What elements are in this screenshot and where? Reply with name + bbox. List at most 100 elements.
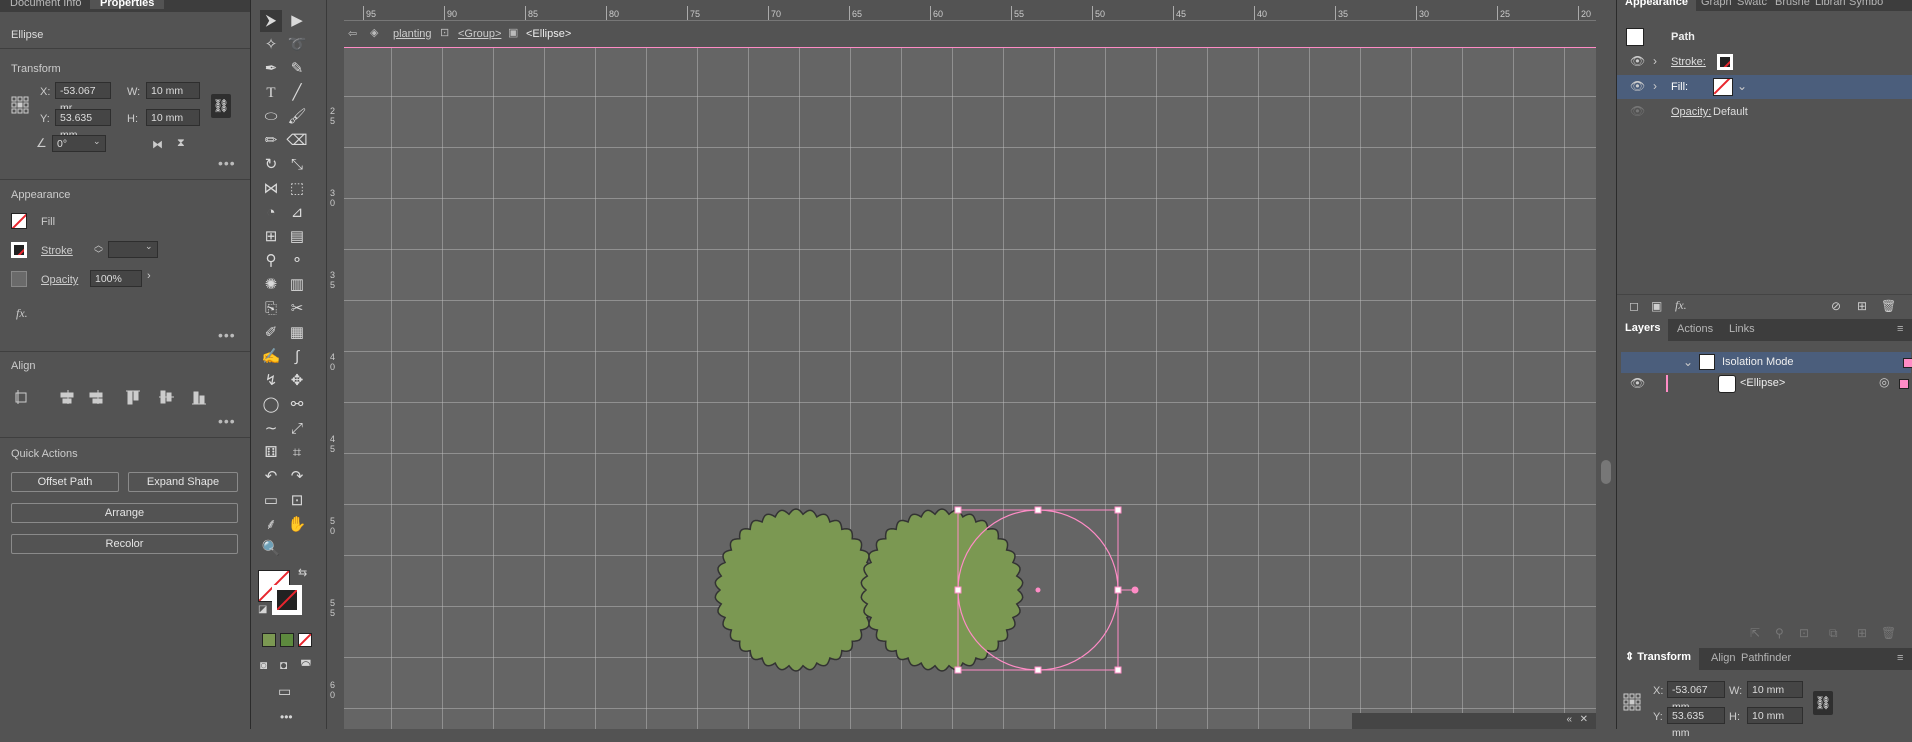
eye-icon[interactable]: 👁	[1630, 104, 1645, 118]
stroke-label[interactable]: Stroke:	[1671, 56, 1706, 68]
live-paint-tool-icon[interactable]: ⚅	[260, 442, 282, 464]
arrange-button[interactable]: Arrange	[11, 503, 238, 523]
pencil-tool-icon[interactable]: ✍	[260, 346, 282, 368]
panel-menu-icon[interactable]: ≡	[1897, 323, 1903, 335]
tab-libraries[interactable]: Librari	[1815, 0, 1846, 8]
print-tiling-tool-icon[interactable]: ▭	[260, 490, 282, 512]
hand-tool-icon[interactable]: ✋	[286, 514, 308, 536]
lasso-tool-icon[interactable]: ➰	[286, 34, 308, 56]
blend-tool-icon[interactable]: ⚬	[286, 250, 308, 272]
eyedropper-alt-icon[interactable]: ⸙	[260, 514, 282, 536]
warp-tool-icon[interactable]: ↯	[260, 370, 282, 392]
constrain-proportions-link-icon[interactable]: ⛓	[1813, 691, 1833, 715]
duplicate-item-icon[interactable]: ⊞	[1857, 299, 1867, 313]
chevron-down-icon[interactable]: ⌄	[1683, 355, 1693, 369]
tab-graph[interactable]: Graph	[1701, 0, 1732, 8]
clipping-mask-icon[interactable]: ⊡	[1799, 626, 1809, 640]
stroke-weight-stepper[interactable]: ︿ ﹀	[94, 241, 103, 259]
tab-links[interactable]: Links	[1729, 323, 1755, 335]
h-field[interactable]: 10 mm	[146, 109, 200, 126]
layer-name[interactable]: <Ellipse>	[1740, 377, 1785, 389]
chevron-down-icon[interactable]: ⌄	[93, 136, 101, 147]
stroke-weight-dropdown-icon[interactable]: ⌄	[145, 241, 153, 252]
eraser-tool-icon[interactable]: ⌫	[286, 130, 308, 152]
reference-point-icon[interactable]	[1623, 693, 1641, 711]
tab-symbols[interactable]: Symbo	[1849, 0, 1883, 8]
type-tool-icon[interactable]: T	[260, 82, 282, 104]
flip-horizontal-icon[interactable]: ⧓	[152, 138, 163, 151]
vertical-scrollbar[interactable]	[1599, 20, 1613, 729]
opacity-label[interactable]: Opacity	[41, 274, 78, 286]
shape-builder-tool-icon[interactable]: ◔	[260, 202, 282, 224]
join-tool-icon[interactable]: ⚯	[286, 394, 308, 416]
eyedropper-tool-icon[interactable]: ⚲	[260, 250, 282, 272]
fill-swatch[interactable]	[11, 213, 27, 229]
w-field[interactable]: 10 mm	[146, 82, 200, 99]
h-field[interactable]: 10 mm	[1747, 707, 1803, 724]
crop-tool-icon[interactable]: ⌗	[286, 442, 308, 464]
reference-point-icon[interactable]	[11, 96, 29, 114]
paintbrush-tool-icon[interactable]: 🖌	[286, 106, 308, 128]
color-mode-icon[interactable]	[262, 633, 276, 647]
reshape-tool-icon[interactable]: ↷	[286, 466, 308, 488]
tab-brushes[interactable]: Brushe	[1775, 0, 1810, 8]
perspective-grid-tool-icon[interactable]: ⊿	[286, 202, 308, 224]
layer-name[interactable]: Isolation Mode	[1722, 356, 1794, 368]
opacity-field[interactable]: 100%	[90, 270, 142, 287]
stroke-swatch[interactable]	[11, 242, 27, 258]
opacity-row[interactable]: 👁 Opacity: Default	[1617, 100, 1912, 124]
tab-document-info[interactable]: Document Info	[10, 0, 82, 9]
tab-actions[interactable]: Actions	[1677, 323, 1713, 335]
curvature-tool-icon[interactable]: ✎	[286, 58, 308, 80]
draw-behind-icon[interactable]: ◘	[280, 658, 287, 672]
measure-tool-icon[interactable]: ⊡	[286, 490, 308, 512]
selection-indicator[interactable]	[1899, 379, 1909, 389]
draw-inside-icon[interactable]: ◚	[300, 658, 312, 672]
tab-properties[interactable]: Properties	[90, 0, 165, 9]
path-tool-icon[interactable]: ∼	[260, 418, 282, 440]
trash-icon[interactable]: 🗑	[1881, 299, 1896, 313]
chart-tool-icon[interactable]: ▦	[286, 322, 308, 344]
breadcrumb-layer[interactable]: planting	[393, 28, 432, 40]
stroke-label[interactable]: Stroke	[41, 245, 73, 257]
scissors-tool-icon[interactable]: ⤢	[286, 418, 308, 440]
gradient-tool-icon[interactable]: ▤	[286, 226, 308, 248]
opacity-label[interactable]: Opacity:	[1671, 106, 1711, 118]
fill-swatch[interactable]	[1713, 78, 1733, 96]
y-field[interactable]: 53.635 mm	[55, 109, 111, 141]
close-icon[interactable]: ✕	[1580, 714, 1588, 725]
scalloped-circle-left[interactable]	[714, 508, 878, 672]
direct-selection-tool-icon[interactable]: ▶	[286, 10, 308, 32]
zoom-tool-icon[interactable]: 🔍	[260, 538, 282, 560]
edit-toolbar-icon[interactable]: •••	[280, 710, 293, 724]
ellipse-tool-icon[interactable]: ⬭	[260, 106, 282, 128]
w-field[interactable]: 10 mm	[1747, 681, 1803, 698]
x-field[interactable]: -53.067 mr	[55, 82, 111, 114]
artboard-tool-icon[interactable]: ⎘	[260, 298, 282, 320]
fx-effects-button[interactable]: fx.	[16, 306, 28, 321]
selection-indicator[interactable]	[1903, 358, 1912, 368]
layer-row-isolation[interactable]: ⌄ Isolation Mode	[1621, 352, 1912, 373]
collapse-icon[interactable]: «	[1566, 714, 1572, 725]
layer-row-ellipse[interactable]: 👁 <Ellipse> ◎	[1617, 373, 1912, 394]
more-options-icon[interactable]: •••	[218, 413, 236, 429]
chevron-right-icon[interactable]: ›	[147, 270, 151, 282]
smooth-tool-icon[interactable]: ∫	[286, 346, 308, 368]
selection-tool-icon[interactable]: ⮞	[260, 10, 282, 32]
clear-appearance-icon[interactable]: ⊘	[1831, 299, 1841, 313]
x-field[interactable]: -53.067 mm	[1667, 681, 1725, 713]
width-tool-icon[interactable]: ⋈	[260, 178, 282, 200]
constrain-proportions-link-icon[interactable]: ⛓	[211, 94, 231, 118]
eye-icon[interactable]: 👁	[1630, 54, 1645, 68]
column-graph-tool-icon[interactable]: ▥	[286, 274, 308, 296]
shape-widget-handle[interactable]	[1131, 586, 1139, 594]
flip-vertical-icon[interactable]: ⧗	[177, 137, 185, 150]
tab-appearance[interactable]: Appearance	[1617, 0, 1696, 11]
offset-path-button[interactable]: Offset Path	[11, 472, 119, 492]
slice-tool-icon[interactable]: ✂	[286, 298, 308, 320]
new-sublayer-icon[interactable]: ⧉	[1829, 626, 1838, 641]
knife-tool-icon[interactable]: ◯	[260, 394, 282, 416]
fill-row[interactable]: 👁 › Fill: ⌄	[1617, 75, 1912, 99]
collect-export-icon[interactable]: ⇱	[1750, 626, 1760, 640]
symbol-sprayer-tool-icon[interactable]: ✺	[260, 274, 282, 296]
